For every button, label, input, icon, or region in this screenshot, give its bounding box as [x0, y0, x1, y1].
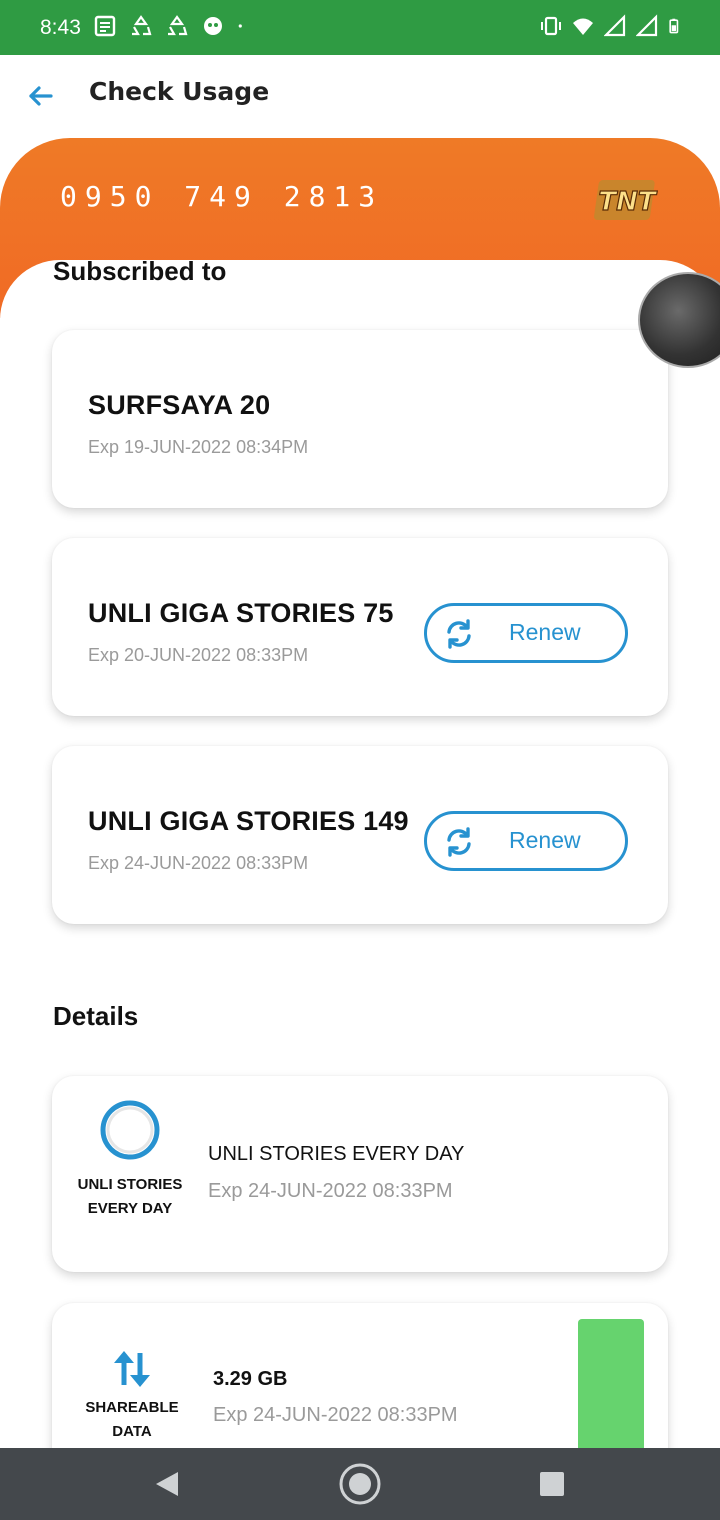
detail-badge-label: SHAREABLE DATA — [85, 1399, 179, 1440]
detail-name: 3.29 GB — [213, 1368, 288, 1390]
sim-number: 0950 749 2813 — [60, 180, 384, 213]
details-title: Details — [53, 1001, 139, 1031]
renew-label: Renew — [509, 827, 581, 853]
app-header: Check Usage — [0, 55, 720, 139]
detail-exp: Exp 24-JUN-2022 08:33PM — [213, 1404, 458, 1426]
up-down-arrows-icon — [114, 1351, 150, 1387]
plan-card[interactable]: UNLI GIGA STORIES 149 Exp 24-JUN-2022 08… — [52, 746, 668, 924]
plan-name: SURFSAYA 20 — [88, 390, 271, 420]
battery-icon — [669, 18, 679, 34]
renew-button[interactable]: Renew — [424, 811, 628, 871]
page-title: Check Usage — [89, 77, 270, 106]
detail-badge-label: UNLI STORIES EVERY DAY — [77, 1176, 183, 1217]
plan-exp: Exp 20-JUN-2022 08:33PM — [88, 645, 309, 665]
renew-label: Renew — [509, 619, 581, 645]
svg-text:TNT: TNT — [598, 187, 657, 217]
nav-bar — [0, 1448, 720, 1520]
signal-icon — [636, 14, 658, 37]
wifi-icon — [573, 18, 593, 35]
home-nav-icon[interactable] — [338, 1462, 382, 1506]
subscribed-title: Subscribed to — [53, 256, 227, 286]
refresh-icon — [447, 619, 471, 649]
tnt-logo: TNT — [594, 180, 658, 220]
dot-icon — [238, 24, 242, 28]
signal-icon — [604, 14, 626, 37]
status-bar: 8:43 — [0, 0, 720, 55]
screen: 8:43 Check Usage 0950 749 2813 TNT Subsc… — [0, 0, 720, 1520]
recycle-icon — [168, 15, 188, 36]
recents-nav-icon[interactable] — [530, 1462, 574, 1506]
news-icon — [94, 15, 116, 37]
detail-name: UNLI STORIES EVERY DAY — [208, 1143, 465, 1165]
detail-exp: Exp 24-JUN-2022 08:33PM — [208, 1180, 453, 1202]
status-icons-left — [94, 14, 248, 38]
game-icon — [204, 17, 222, 35]
plan-name: UNLI GIGA STORIES 75 — [88, 598, 394, 628]
renew-button[interactable]: Renew — [424, 603, 628, 663]
plan-card[interactable]: UNLI GIGA STORIES 75 Exp 20-JUN-2022 08:… — [52, 538, 668, 716]
vibrate-icon — [541, 16, 561, 36]
refresh-icon — [447, 827, 471, 857]
plan-card[interactable]: SURFSAYA 20 Exp 19-JUN-2022 08:34PM — [52, 330, 668, 508]
back-arrow-icon[interactable] — [26, 81, 56, 111]
plan-exp: Exp 19-JUN-2022 08:34PM — [88, 437, 309, 457]
ring-icon — [100, 1100, 160, 1160]
detail-card[interactable]: UNLI STORIES EVERY DAY UNLI STORIES EVER… — [52, 1076, 668, 1272]
recycle-icon — [132, 15, 152, 36]
status-icons-right — [540, 14, 684, 38]
plan-exp: Exp 24-JUN-2022 08:33PM — [88, 853, 309, 873]
plan-name: UNLI GIGA STORIES 149 — [88, 806, 409, 836]
back-nav-icon[interactable] — [144, 1462, 188, 1506]
status-time: 8:43 — [40, 16, 81, 39]
